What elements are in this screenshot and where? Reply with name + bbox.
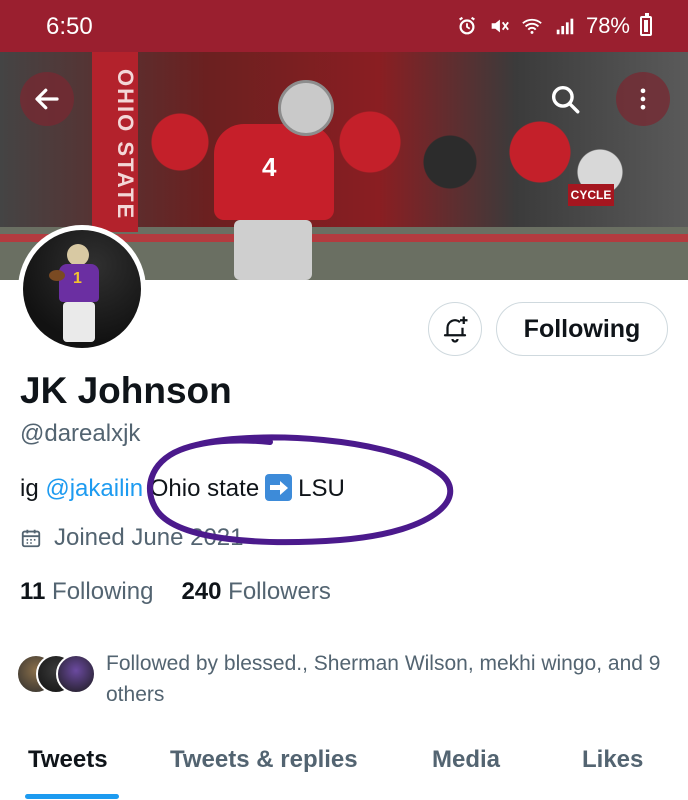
tab-tweets-replies[interactable]: Tweets & replies [170, 746, 358, 774]
player-legs [234, 220, 312, 280]
mutual-avatar [56, 654, 96, 694]
joined-date: Joined June 2021 [20, 524, 244, 552]
banner-player: 4 [206, 80, 336, 280]
active-tab-indicator [25, 794, 119, 799]
profile-name: JK Johnson [20, 370, 232, 411]
status-bar: 6:50 78% [0, 0, 688, 52]
avatar-football [49, 270, 65, 281]
status-icons: 78% [456, 13, 652, 39]
following-count: 11 [20, 578, 46, 605]
avatar-jersey-number: 1 [73, 270, 82, 287]
notifications-button[interactable] [428, 302, 482, 356]
bio-text-before: Ohio state [149, 475, 260, 502]
banner-pillar-text: OHIO STATE [92, 52, 138, 232]
avatar-image: 1 [23, 230, 141, 348]
avatar-legs [63, 302, 95, 342]
wifi-icon [522, 18, 542, 34]
alarm-icon [459, 16, 475, 35]
battery-percent: 78% [585, 13, 630, 38]
tab-tweets[interactable]: Tweets [28, 746, 108, 774]
tab-media[interactable]: Media [432, 746, 500, 774]
followers-count: 240 [181, 578, 222, 605]
more-options-button[interactable] [616, 72, 670, 126]
right-arrow-emoji-icon [265, 474, 293, 501]
profile-bio: ig @jakailin Ohio state LSU [20, 474, 345, 503]
signal-icon [556, 18, 574, 35]
followed-by-text: Followed by blessed., Sherman Wilson, me… [106, 652, 661, 706]
avatar-head [67, 244, 89, 266]
profile-tabs: Tweets Tweets & replies Media Likes [0, 732, 688, 800]
profile-handle: @darealxjk [20, 420, 141, 447]
battery-icon [640, 13, 652, 36]
follow-stats: 11 Following 240 Followers [20, 578, 331, 606]
bell-plus-icon [443, 316, 468, 343]
bio-text-after: LSU [298, 475, 345, 502]
player-number: 4 [262, 152, 277, 182]
following-button[interactable]: Following [496, 302, 668, 356]
search-button[interactable] [538, 72, 592, 126]
search-icon [551, 85, 580, 114]
avatar[interactable]: 1 [18, 225, 146, 353]
player-helmet [278, 80, 334, 136]
back-button[interactable] [20, 72, 74, 126]
bio-prefix: ig [20, 475, 46, 502]
more-vertical-icon [640, 88, 646, 110]
following-stat[interactable]: 11 Following [20, 578, 153, 606]
bio-mention-link[interactable]: @jakailin [45, 475, 143, 502]
mutual-avatars [16, 648, 98, 694]
mute-icon [491, 19, 509, 33]
back-arrow-icon [35, 88, 59, 110]
tab-likes[interactable]: Likes [582, 746, 643, 774]
followers-label: Followers [228, 578, 331, 605]
joined-text: Joined June 2021 [54, 524, 244, 551]
status-time: 6:50 [46, 13, 93, 40]
calendar-icon [21, 529, 41, 548]
banner-sign: CYCLE [568, 184, 614, 206]
following-label: Following [52, 578, 154, 605]
followers-stat[interactable]: 240 Followers [181, 578, 330, 606]
followed-by[interactable]: Followed by blessed., Sherman Wilson, me… [16, 648, 676, 710]
